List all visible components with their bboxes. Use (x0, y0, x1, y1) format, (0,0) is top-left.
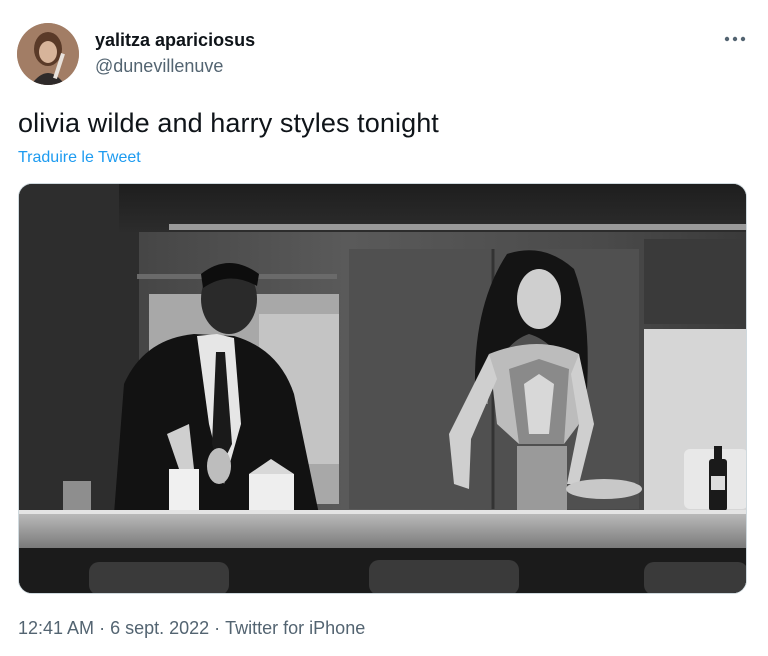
more-horizontal-icon (724, 36, 746, 42)
author-display-name[interactable]: yalitza apariciosus (95, 30, 255, 51)
author-handle[interactable]: @dunevillenuve (95, 56, 223, 77)
tweet-card: yalitza apariciosus @dunevillenuve olivi… (0, 0, 768, 656)
photo-image (19, 184, 746, 593)
separator-dot: · (99, 618, 106, 638)
tweet-photo[interactable] (18, 183, 747, 594)
tweet-source[interactable]: Twitter for iPhone (225, 618, 365, 638)
tweet-metadata: 12:41 AM · 6 sept. 2022 · Twitter for iPhone (18, 618, 365, 639)
translate-tweet-link[interactable]: Traduire le Tweet (18, 149, 141, 167)
author-avatar[interactable] (17, 23, 79, 85)
tweet-text: olivia wilde and harry styles tonight (18, 108, 439, 138)
tweet-date[interactable]: 6 sept. 2022 (110, 618, 209, 638)
more-options-button[interactable] (718, 26, 752, 52)
avatar-image (17, 23, 79, 85)
separator-dot: · (214, 618, 221, 638)
tweet-time[interactable]: 12:41 AM (18, 618, 94, 638)
